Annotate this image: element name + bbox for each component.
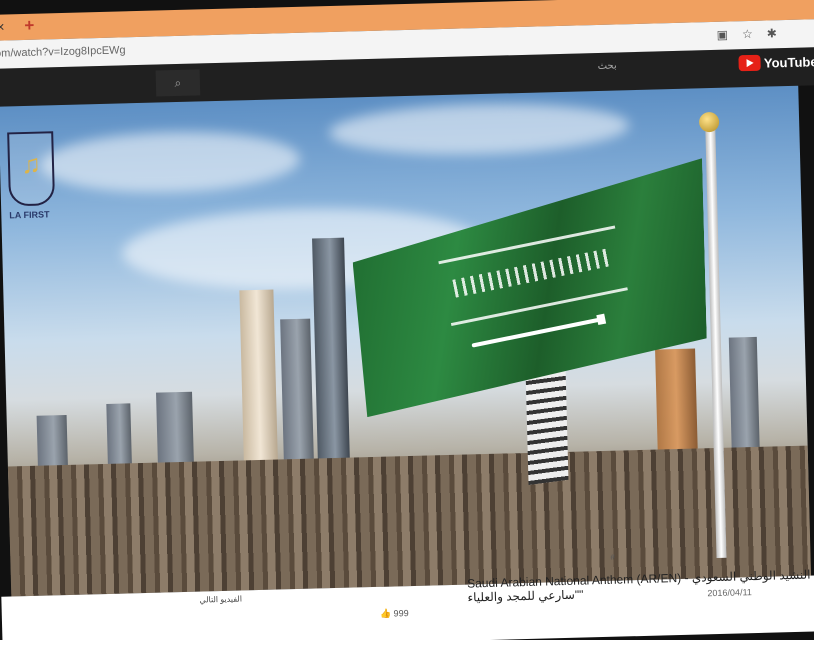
like-count[interactable]: 👍 999 [380, 608, 409, 620]
tab-close-button[interactable]: × [0, 18, 5, 34]
photo-border [0, 640, 814, 655]
like-count-value: 999 [393, 608, 409, 619]
search-label: بحث [597, 60, 617, 72]
video-tags: # [610, 552, 616, 562]
extension-icon[interactable]: ▣ [716, 27, 742, 42]
up-next-label: الفيديو التالي [199, 594, 243, 605]
tower-building [239, 289, 279, 471]
upload-date: 2016/04/11 [707, 587, 752, 599]
star-icon[interactable]: ☆ [742, 27, 767, 42]
youtube-logo-text: YouTube [763, 53, 814, 71]
youtube-logo[interactable]: YouTube [738, 53, 814, 72]
pole-finial [698, 111, 720, 133]
cloud [328, 100, 630, 159]
thumbs-up-icon: 👍 [379, 608, 394, 619]
browser-screen: × + om/watch?v=Izog8IpcEWg ▣☆✱ ⌕ بحث You… [0, 0, 814, 650]
puzzle-icon[interactable]: ✱ [767, 26, 791, 41]
search-button[interactable]: ⌕ [155, 69, 201, 97]
striped-tower [525, 369, 569, 486]
search-icon: ⌕ [174, 75, 182, 91]
youtube-play-icon [738, 54, 762, 72]
video-player[interactable]: ♫ LA FIRST [0, 85, 812, 597]
emblem-text: LA FIRST [9, 209, 50, 221]
cloud [39, 128, 301, 196]
building [280, 318, 315, 470]
tower-building [312, 237, 351, 469]
browser-toolbar-icons: ▣☆✱ [716, 26, 791, 42]
channel-emblem-icon: ♫ [7, 131, 56, 207]
new-tab-button[interactable]: + [24, 16, 34, 36]
url-text[interactable]: om/watch?v=Izog8IpcEWg [0, 44, 126, 59]
monitor-photo: × + om/watch?v=Izog8IpcEWg ▣☆✱ ⌕ بحث You… [0, 0, 814, 650]
